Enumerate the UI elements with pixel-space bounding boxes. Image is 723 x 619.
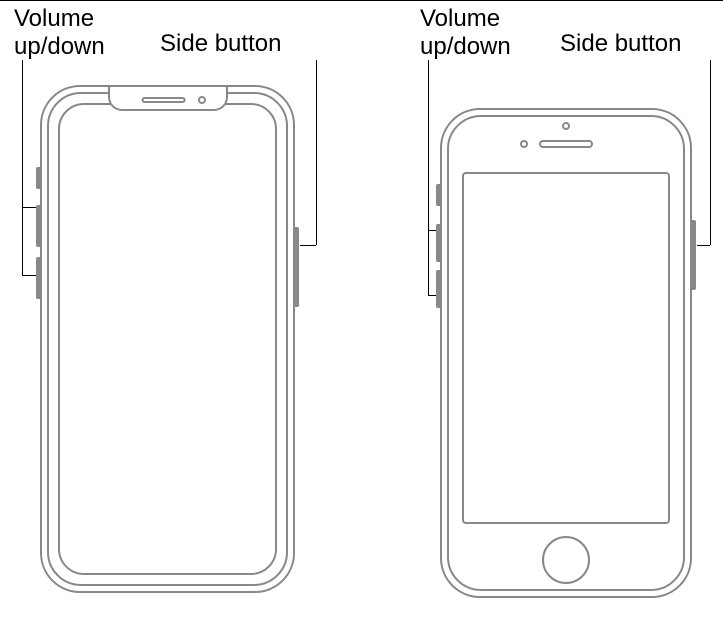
mute-switch xyxy=(36,167,42,189)
lead-side-left-v xyxy=(316,60,317,245)
side-button xyxy=(293,227,299,307)
earpiece-speaker-icon xyxy=(141,97,185,103)
proximity-sensor-icon xyxy=(520,140,528,148)
screen xyxy=(58,103,277,575)
front-camera-icon xyxy=(198,96,206,104)
earpiece-speaker-icon xyxy=(539,140,593,148)
top-rule xyxy=(0,0,723,1)
lead-side-left-h xyxy=(300,245,316,246)
lead-side-right-h xyxy=(697,245,710,246)
volume-up-button xyxy=(436,224,442,262)
front-camera-icon xyxy=(562,122,570,130)
lead-side-right-v xyxy=(710,60,711,245)
home-button-icon xyxy=(542,536,590,584)
side-button xyxy=(690,220,696,290)
volume-down-button xyxy=(36,257,42,299)
label-side-right: Side button xyxy=(560,30,681,58)
lead-volume-left-v xyxy=(22,60,23,275)
volume-up-button xyxy=(36,205,42,247)
iphone-homebutton xyxy=(440,108,692,598)
label-volume-left: Volume up/down xyxy=(14,5,105,61)
screen xyxy=(462,172,670,524)
mute-switch xyxy=(436,184,442,206)
lead-volume-right-v xyxy=(428,60,429,295)
lead-volume-left-h2 xyxy=(22,275,36,276)
label-side-left: Side button xyxy=(160,30,281,58)
volume-down-button xyxy=(436,270,442,308)
label-volume-right: Volume up/down xyxy=(420,5,511,61)
lead-volume-left-h1 xyxy=(22,207,36,208)
iphone-faceid xyxy=(40,85,295,593)
